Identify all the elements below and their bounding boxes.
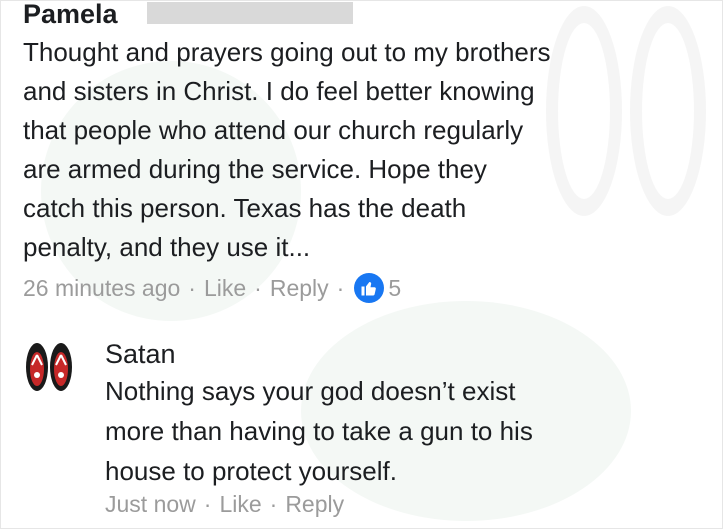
reply-text: Nothing says your god doesn’t exist more… [105, 376, 533, 486]
reply-button[interactable]: Reply [270, 275, 329, 302]
flip-flops-avatar[interactable] [23, 341, 75, 393]
separator-dot: · [269, 491, 278, 517]
separator-dot: · [336, 274, 345, 301]
reply-author-name[interactable]: Satan [105, 337, 705, 371]
separator-dot: · [203, 491, 212, 517]
separator-dot: · [254, 274, 262, 301]
comment-author-name[interactable]: Pamela [23, 1, 118, 29]
reply-timestamp[interactable]: Just now [105, 491, 196, 518]
reply-reply-button[interactable]: Reply [285, 491, 344, 518]
comment-timestamp[interactable]: 26 minutes ago [23, 275, 180, 302]
reply-actions: Just now · Like · Reply [105, 491, 705, 518]
comment-header: Pamela [23, 1, 713, 33]
top-comment: Pamela Thought and prayers going out to … [23, 1, 713, 303]
reaction-count[interactable]: 5 [388, 275, 401, 302]
comment-actions: 26 minutes ago · Like · Reply · 5 [23, 273, 713, 303]
comment-thread: Pamela Thought and prayers going out to … [0, 0, 723, 529]
reply-comment: Satan Nothing says your god doesn’t exis… [23, 337, 713, 527]
redaction-bar [147, 2, 353, 24]
thumbs-up-icon[interactable] [354, 273, 385, 303]
comment-text: Thought and prayers going out to my brot… [23, 37, 551, 262]
reply-body: Satan Nothing says your god doesn’t exis… [105, 337, 705, 518]
like-button[interactable]: Like [204, 275, 246, 302]
reply-like-button[interactable]: Like [219, 491, 261, 518]
separator-dot: · [188, 274, 196, 301]
